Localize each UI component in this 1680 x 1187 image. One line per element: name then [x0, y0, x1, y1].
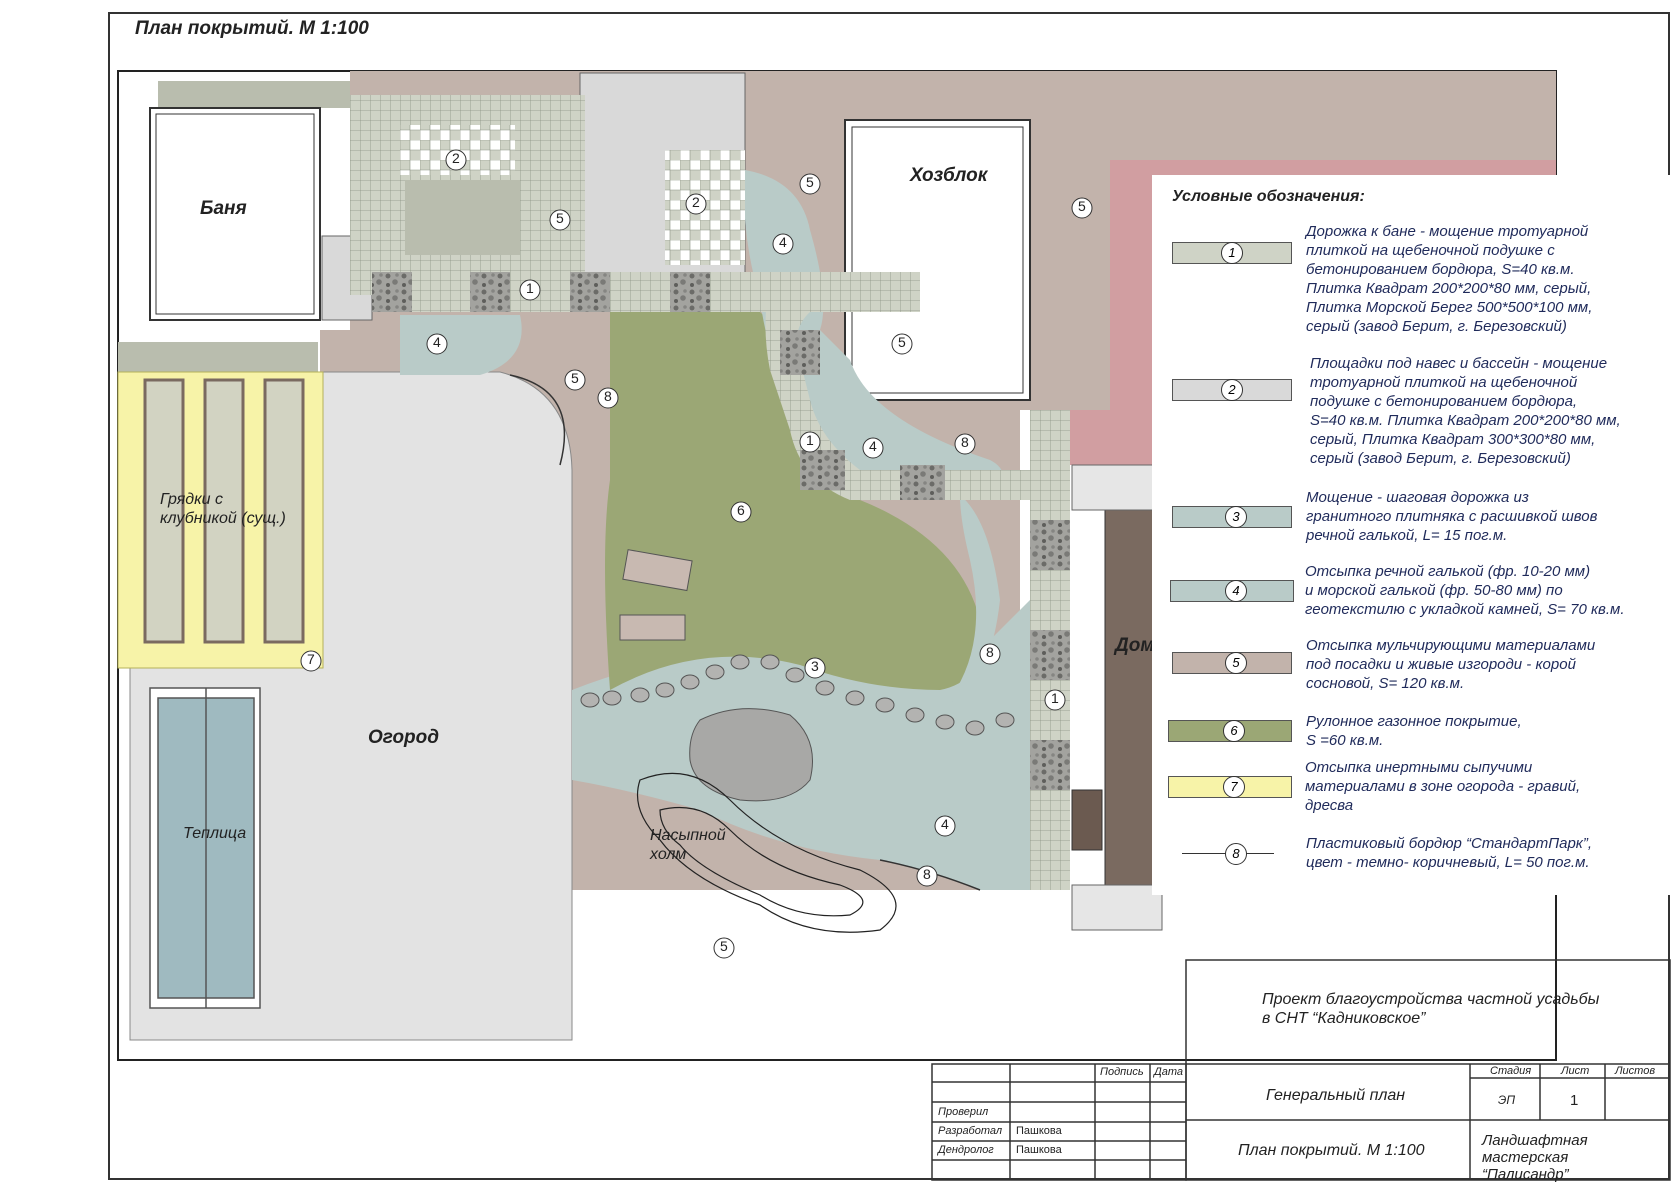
- tb-listov: Листов: [1615, 1065, 1656, 1077]
- tb-sheet-value: 1: [1570, 1092, 1579, 1109]
- tb-list: Лист: [1561, 1065, 1590, 1077]
- tb-studio: Ландшафтная мастерская “Палисандр”: [1482, 1132, 1588, 1183]
- tb-razrabotal-name: Пашкова: [1016, 1125, 1062, 1137]
- tb-genplan: Генеральный план: [1266, 1087, 1406, 1104]
- tb-proveril: Проверил: [938, 1106, 989, 1118]
- tb-podpis: Подпись: [1100, 1066, 1144, 1078]
- tb-data: Дата: [1154, 1066, 1184, 1078]
- tb-project: Проект благоустройства частной усадьбы в…: [1262, 991, 1600, 1027]
- tb-razrabotal: Разработал: [938, 1125, 1003, 1137]
- tb-dendrolog-name: Пашкова: [1016, 1144, 1062, 1156]
- tb-stadiya: Стадия: [1490, 1065, 1532, 1077]
- tb-dendrolog: Дендролог: [938, 1144, 994, 1156]
- tb-stage-value: ЭП: [1498, 1093, 1516, 1107]
- tb-plan-title: План покрытий. М 1:100: [1238, 1142, 1425, 1159]
